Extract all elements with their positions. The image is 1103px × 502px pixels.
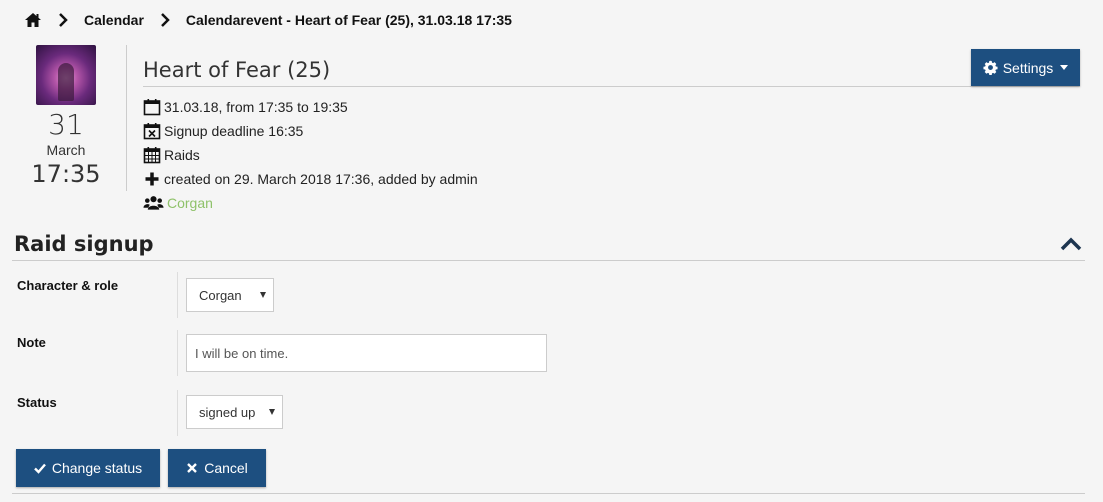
info-category-row: Raids bbox=[143, 143, 478, 167]
event-image bbox=[36, 45, 96, 105]
breadcrumb-current-event[interactable]: Calendarevent - Heart of Fear (25), 31.0… bbox=[186, 12, 512, 28]
caret-down-icon bbox=[1060, 65, 1069, 70]
divider bbox=[12, 493, 1085, 494]
note-input[interactable]: I will be on time. bbox=[186, 334, 547, 372]
users-icon bbox=[143, 196, 164, 210]
check-icon bbox=[33, 463, 46, 474]
info-created-row: created on 29. March 2018 17:36, added b… bbox=[143, 167, 478, 191]
info-deadline: Signup deadline 16:35 bbox=[164, 123, 304, 139]
chevron-up-icon[interactable] bbox=[1060, 236, 1082, 252]
chevron-right-icon bbox=[58, 13, 74, 27]
home-icon[interactable] bbox=[24, 12, 42, 28]
divider bbox=[177, 330, 178, 376]
status-select[interactable]: signed up bbox=[186, 395, 283, 429]
cancel-button[interactable]: Cancel bbox=[168, 449, 266, 487]
character-link[interactable]: Corgan bbox=[167, 195, 213, 211]
divider bbox=[143, 86, 1080, 87]
character-select[interactable]: Corgan bbox=[186, 278, 274, 312]
status-select-value: signed up bbox=[199, 404, 256, 420]
event-info-list: 31.03.18, from 17:35 to 19:35 Signup dea… bbox=[143, 95, 478, 215]
info-deadline-row: Signup deadline 16:35 bbox=[143, 119, 478, 143]
dropdown-arrow-icon bbox=[260, 292, 266, 298]
change-status-label: Change status bbox=[51, 460, 143, 476]
raid-signup-title: Raid signup bbox=[14, 232, 154, 256]
change-status-button[interactable]: Change status bbox=[16, 449, 160, 487]
close-icon bbox=[187, 463, 198, 473]
plus-icon bbox=[145, 172, 159, 186]
divider bbox=[126, 45, 127, 191]
cancel-label: Cancel bbox=[204, 460, 248, 476]
character-role-label: Character & role bbox=[17, 278, 119, 293]
event-time: 17:35 bbox=[31, 160, 101, 188]
status-label: Status bbox=[17, 395, 57, 410]
dropdown-arrow-icon bbox=[269, 409, 275, 415]
divider bbox=[12, 260, 1085, 261]
divider bbox=[177, 272, 178, 318]
settings-label: Settings bbox=[1002, 59, 1054, 76]
info-category: Raids bbox=[164, 147, 200, 163]
breadcrumb: Calendar Calendarevent - Heart of Fear (… bbox=[24, 9, 512, 31]
event-title: Heart of Fear (25) bbox=[143, 58, 331, 82]
info-date-row: 31.03.18, from 17:35 to 19:35 bbox=[143, 95, 478, 119]
note-label: Note bbox=[17, 335, 46, 350]
divider bbox=[177, 390, 178, 436]
info-created: created on 29. March 2018 17:36, added b… bbox=[164, 171, 478, 187]
calendar-grid-icon bbox=[143, 147, 161, 164]
info-date: 31.03.18, from 17:35 to 19:35 bbox=[164, 99, 348, 115]
info-character-row: Corgan bbox=[143, 191, 478, 215]
character-select-value: Corgan bbox=[199, 287, 242, 303]
event-date-block: 31 March 17:35 bbox=[26, 45, 106, 188]
chevron-right-icon bbox=[160, 13, 176, 27]
breadcrumb-calendar[interactable]: Calendar bbox=[84, 12, 144, 28]
settings-button[interactable]: Settings bbox=[971, 49, 1080, 86]
event-day: 31 bbox=[48, 108, 84, 141]
calendar-x-icon bbox=[143, 123, 161, 140]
gear-icon bbox=[983, 60, 998, 75]
calendar-icon bbox=[143, 99, 161, 116]
event-month: March bbox=[46, 142, 86, 158]
